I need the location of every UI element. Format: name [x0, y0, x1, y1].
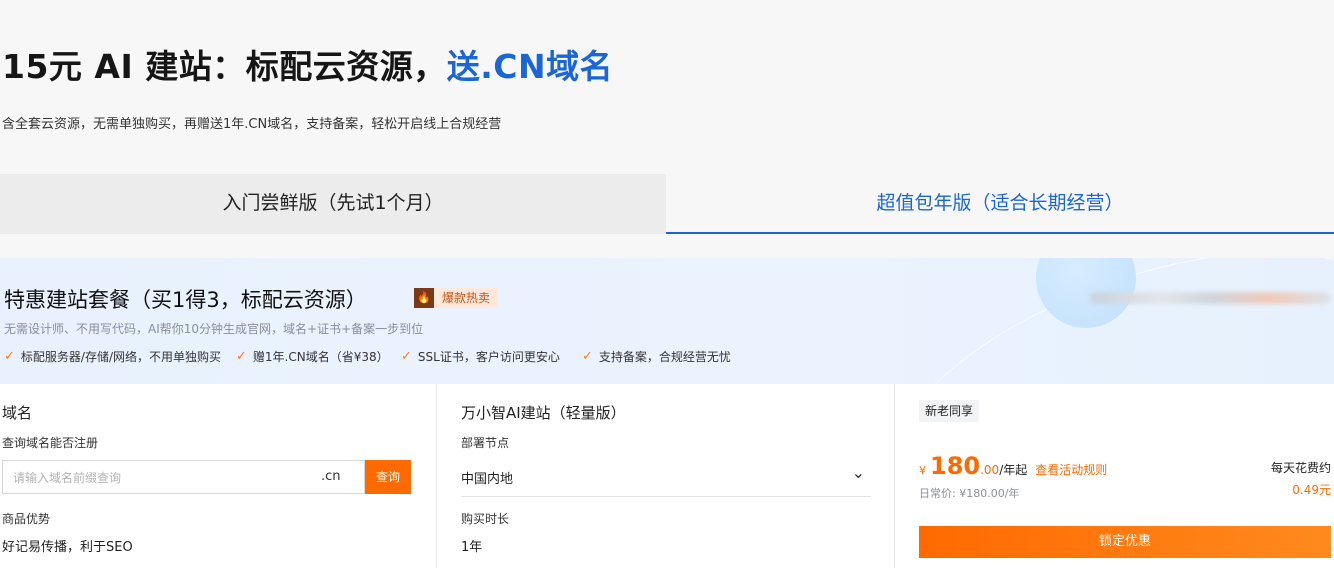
original-price: 日常价: ¥180.00/年 — [919, 487, 1020, 500]
feature-item: ✓ 赠1年.CN域名（省¥38） — [236, 348, 389, 365]
package-banner: 特惠建站套餐（买1得3，标配云资源） 🔥 爆款热卖 无需设计师、不用写代码，AI… — [0, 258, 1334, 384]
activity-rules-link[interactable]: 查看活动规则 — [1035, 461, 1107, 478]
advantage-label: 商品优势 — [2, 512, 51, 526]
lock-discount-button[interactable]: 锁定优惠 — [919, 526, 1331, 558]
region-select[interactable]: 中国内地 ⌄ — [461, 458, 871, 497]
package-card: 特惠建站套餐（买1得3，标配云资源） 🔥 爆款热卖 无需设计师、不用写代码，AI… — [0, 258, 1334, 568]
check-icon: ✓ — [401, 349, 412, 364]
domain-search-box: .cn — [2, 460, 365, 495]
region-select-value: 中国内地 — [461, 472, 514, 487]
domain-section-title: 域名 — [2, 404, 33, 422]
new-and-old-users-tag: 新老同享 — [919, 400, 980, 422]
tab-trial-plan[interactable]: 入门尝鲜版（先试1个月） — [0, 174, 666, 234]
purchase-section: 新老同享 ¥ 180 .00 /年起 查看活动规则 日常价: ¥180.00/年… — [894, 384, 1334, 568]
daily-cost-label: 每天花费约 — [1270, 461, 1331, 475]
region-label: 部署节点 — [461, 436, 510, 450]
domain-search-input[interactable] — [11, 461, 305, 495]
feature-label: 支持备案，合规经营无忧 — [598, 350, 731, 364]
page-subtitle: 含全套云资源，无需单独购买，再赠送1年.CN域名，支持备案，轻松开启线上合规经营 — [2, 117, 502, 132]
check-icon: ✓ — [582, 349, 593, 364]
fire-icon: 🔥 — [414, 288, 434, 308]
domain-section: 域名 查询域名能否注册 .cn 查询 商品优势 好记易传播，利于SEO — [0, 384, 434, 568]
price-decimal: .00 — [980, 463, 1000, 477]
tab-annual-plan[interactable]: 超值包年版（适合长期经营） — [666, 174, 1334, 234]
package-title: 特惠建站套餐（买1得3，标配云资源） — [4, 288, 367, 312]
duration-label: 购买时长 — [461, 512, 510, 526]
price-currency: ¥ — [919, 464, 926, 477]
feature-label: 赠1年.CN域名（省¥38） — [252, 350, 389, 364]
feature-item: ✓ 支持备案，合规经营无忧 — [582, 348, 731, 365]
duration-value: 1年 — [461, 540, 483, 555]
advantage-value: 好记易传播，利于SEO — [2, 540, 133, 555]
site-builder-title: 万小智AI建站（轻量版） — [461, 404, 626, 422]
check-icon: ✓ — [4, 349, 15, 364]
page-title-highlight: 送.CN域名 — [446, 47, 614, 86]
domain-suffix: .cn — [321, 469, 341, 484]
site-builder-section: 万小智AI建站（轻量版） 部署节点 中国内地 ⌄ 购买时长 1年 — [436, 384, 893, 568]
page-title-main: 15元 AI 建站：标配云资源， — [2, 47, 447, 86]
page-title: 15元 AI 建站：标配云资源，送.CN域名 — [2, 40, 613, 88]
plan-tabs: 入门尝鲜版（先试1个月） 超值包年版（适合长期经营） — [0, 174, 1334, 234]
daily-cost-value: 0.49元 — [1292, 483, 1331, 497]
price-integer: 180 — [930, 452, 981, 480]
feature-label: SSL证书，客户访问更安心 — [417, 350, 560, 364]
chevron-down-icon: ⌄ — [851, 463, 865, 482]
hot-sale-badge-label: 爆款热卖 — [442, 291, 491, 305]
price-row: ¥ 180 .00 /年起 查看活动规则 — [919, 452, 1107, 480]
domain-query-label: 查询域名能否注册 — [2, 436, 99, 450]
blurred-content — [1090, 292, 1330, 304]
feature-item: ✓ 标配服务器/存储/网络，不用单独购买 — [4, 348, 221, 365]
domain-search-button[interactable]: 查询 — [365, 460, 411, 494]
check-icon: ✓ — [236, 349, 247, 364]
feature-label: 标配服务器/存储/网络，不用单独购买 — [20, 350, 221, 364]
package-description: 无需设计师、不用写代码，AI帮你10分钟生成官网，域名+证书+备案一步到位 — [4, 322, 424, 336]
price-unit: /年起 — [999, 463, 1028, 477]
feature-item: ✓ SSL证书，客户访问更安心 — [401, 348, 560, 365]
hot-sale-badge: 🔥 爆款热卖 — [414, 288, 499, 308]
